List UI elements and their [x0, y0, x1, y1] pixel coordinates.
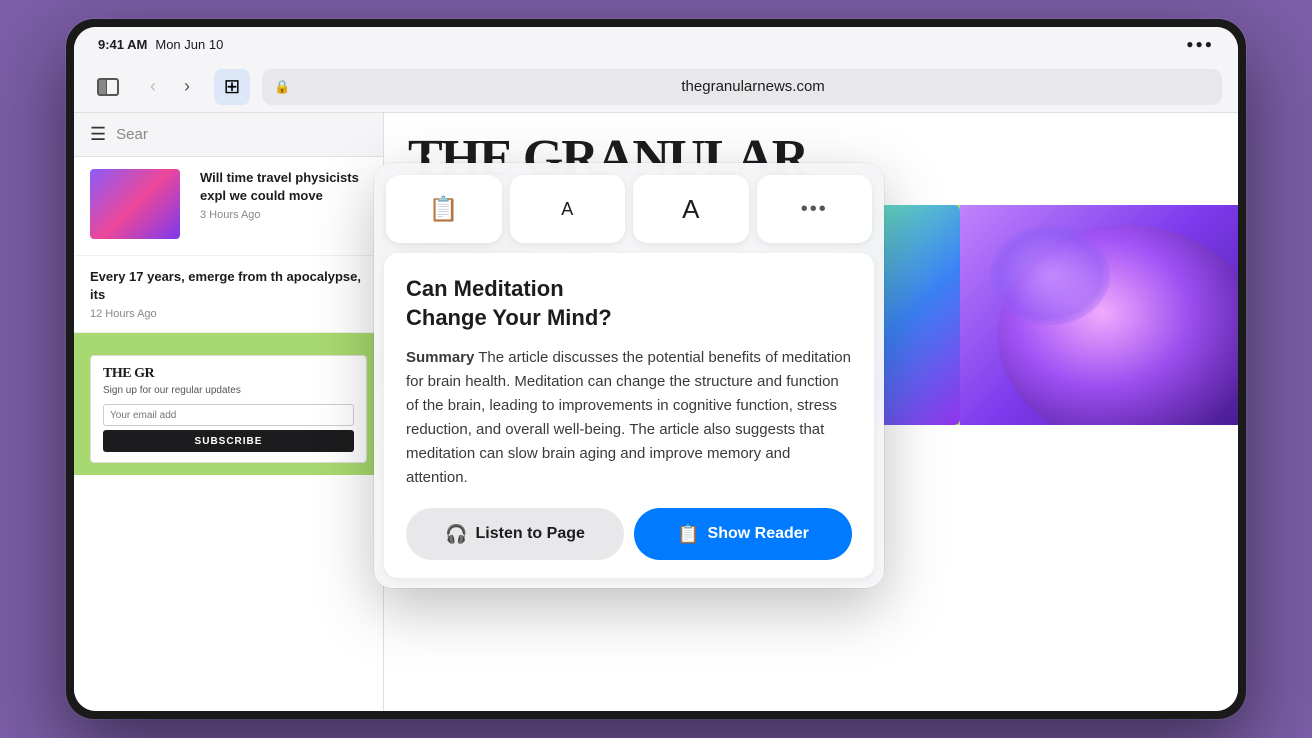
- left-article-1: Will time travel physicists expl we coul…: [200, 169, 367, 243]
- left-article-1-title: Will time travel physicists expl we coul…: [200, 169, 367, 205]
- popup-arrow: [426, 153, 446, 163]
- website-search-bar: ☰ Sear: [74, 113, 383, 157]
- left-article-1-time: 3 Hours Ago: [200, 209, 367, 221]
- sphere-image-area: [960, 205, 1238, 425]
- search-text: Sear: [116, 126, 148, 143]
- newsletter-section: THE GR Sign up for our regular updates S…: [74, 333, 383, 475]
- device-screen: 9:41 AM Mon Jun 10 ●●● ‹ ›: [74, 27, 1238, 711]
- listen-to-page-button[interactable]: 🎧 Listen to Page: [406, 508, 624, 560]
- sidebar-icon: [97, 78, 119, 96]
- status-indicator: ●●●: [1186, 37, 1214, 51]
- newsletter-email-input[interactable]: [103, 404, 354, 426]
- popup-toolbar-row: 📋 A A •••: [374, 163, 884, 243]
- nav-buttons: ‹ ›: [138, 72, 202, 102]
- lock-icon: 🔒: [274, 79, 290, 95]
- left-article-2-row: Every 17 years, emerge from th apocalyps…: [74, 256, 383, 333]
- status-date: Mon Jun 10: [155, 37, 223, 52]
- left-article-2-time: 12 Hours Ago: [90, 308, 367, 320]
- status-time: 9:41 AM: [98, 37, 147, 52]
- sphere-blob-secondary: [990, 225, 1110, 325]
- left-article-image-row: Will time travel physicists expl we coul…: [74, 157, 383, 256]
- popup-summary-card: Can MeditationChange Your Mind? Summary …: [384, 253, 874, 578]
- page-content: ☰ Sear Will time travel physicists expl …: [74, 113, 1238, 711]
- reader-button-area: ⊞: [214, 69, 250, 105]
- forward-button[interactable]: ›: [172, 72, 202, 102]
- purple-thumbnail: [90, 169, 180, 239]
- reader-btn-icon: 📋: [677, 524, 699, 545]
- status-right: ●●●: [1186, 37, 1214, 51]
- show-reader-label: Show Reader: [708, 525, 809, 543]
- reader-view-button[interactable]: ⊞: [214, 69, 250, 105]
- summary-label: Summary: [406, 349, 474, 366]
- listen-btn-label: Listen to Page: [476, 525, 585, 543]
- decrease-font-button[interactable]: A: [510, 175, 626, 243]
- newsletter-subtitle: Sign up for our regular updates: [103, 384, 354, 398]
- reader-doc-icon: 📋: [429, 195, 459, 224]
- reader-view-icon-button[interactable]: 📋: [386, 175, 502, 243]
- reader-icon: ⊞: [224, 74, 241, 99]
- back-button[interactable]: ‹: [138, 72, 168, 102]
- show-reader-button[interactable]: 📋 Show Reader: [634, 508, 852, 560]
- small-a-label: A: [561, 199, 573, 220]
- website-left-panel: ☰ Sear Will time travel physicists expl …: [74, 113, 384, 711]
- address-bar[interactable]: 🔒 thegranularnews.com: [262, 69, 1222, 105]
- forward-icon: ›: [184, 76, 190, 97]
- newsletter-box: THE GR Sign up for our regular updates S…: [90, 355, 367, 463]
- left-article-2-title: Every 17 years, emerge from th apocalyps…: [90, 268, 367, 304]
- more-dots-icon: •••: [801, 198, 828, 221]
- status-left: 9:41 AM Mon Jun 10: [98, 37, 223, 52]
- device-frame: 9:41 AM Mon Jun 10 ●●● ‹ ›: [66, 19, 1246, 719]
- increase-font-button[interactable]: A: [633, 175, 749, 243]
- browser-toolbar: ‹ › ⊞ 🔒 thegranularnews.com: [74, 61, 1238, 113]
- popup-summary-text: Summary The article discusses the potent…: [406, 346, 852, 490]
- popup-action-buttons: 🎧 Listen to Page 📋 Show Reader: [406, 508, 852, 560]
- hamburger-icon: ☰: [90, 124, 106, 145]
- subscribe-button[interactable]: SUBSCRIBE: [103, 430, 354, 452]
- sidebar-toggle-button[interactable]: [90, 73, 126, 101]
- headphones-icon: 🎧: [445, 524, 467, 545]
- large-a-label: A: [682, 194, 699, 225]
- newsletter-title: THE GR: [103, 366, 354, 382]
- status-bar: 9:41 AM Mon Jun 10 ●●●: [74, 27, 1238, 61]
- more-options-button[interactable]: •••: [757, 175, 873, 243]
- popup-article-title-text: Can MeditationChange Your Mind?: [406, 276, 612, 330]
- subscribe-label: SUBSCRIBE: [195, 436, 263, 447]
- address-text: thegranularnews.com: [296, 78, 1210, 95]
- reader-popup: 📋 A A •••: [374, 163, 884, 588]
- popup-article-title: Can MeditationChange Your Mind?: [406, 275, 852, 332]
- back-icon: ‹: [150, 76, 156, 97]
- summary-body: The article discusses the potential bene…: [406, 349, 851, 486]
